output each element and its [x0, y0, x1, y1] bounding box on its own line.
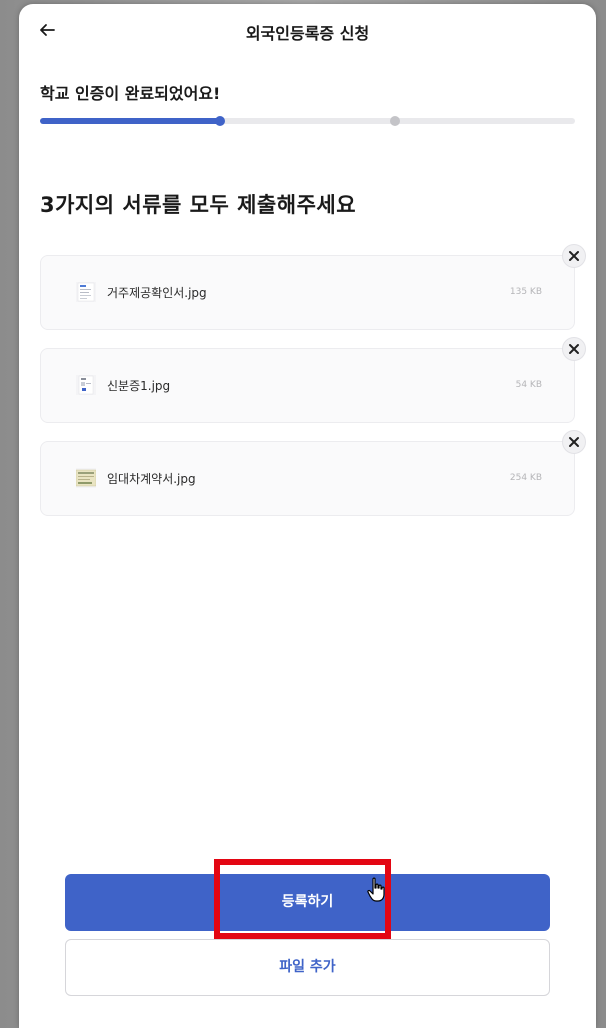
progress-bar: [40, 116, 575, 126]
header: 외국인등록증 신청: [19, 4, 596, 60]
contract-thumbnail-icon: [75, 468, 97, 488]
document-thumbnail-icon: [76, 282, 96, 302]
file-name: 임대차계약서.jpg: [107, 472, 196, 486]
file-size: 54 KB: [515, 380, 542, 390]
remove-file-button[interactable]: [562, 337, 586, 361]
progress-status-text: 학교 인증이 완료되었어요!: [40, 84, 221, 103]
add-file-button[interactable]: 파일 추가: [65, 939, 550, 996]
progress-step-dot: [214, 116, 225, 126]
close-icon: [569, 344, 579, 354]
progress-step-dot: [390, 116, 401, 126]
file-item[interactable]: 임대차계약서.jpg 254 KB: [40, 430, 586, 516]
page-title: 외국인등록증 신청: [245, 24, 370, 43]
remove-file-button[interactable]: [562, 430, 586, 454]
file-item[interactable]: 거주제공확인서.jpg 135 KB: [40, 244, 586, 330]
close-icon: [569, 437, 579, 447]
file-name: 신분증1.jpg: [107, 379, 171, 393]
file-name: 거주제공확인서.jpg: [107, 286, 207, 300]
file-size: 254 KB: [509, 473, 542, 483]
id-card-thumbnail-icon: [76, 375, 96, 395]
file-size: 135 KB: [509, 287, 542, 297]
hand-pointer-cursor-icon: [366, 877, 388, 903]
register-button[interactable]: 등록하기: [65, 874, 550, 931]
file-item[interactable]: 신분증1.jpg 54 KB: [40, 337, 586, 423]
app-window: 외국인등록증 신청 학교 인증이 완료되었어요! 3가지의 서류를 모두 제출해…: [19, 4, 596, 1028]
file-list: 거주제공확인서.jpg 135 KB 신분증1.jpg 54 KB 임대차계약서…: [40, 244, 586, 534]
progress-bar-fill: [40, 118, 220, 124]
section-headline: 3가지의 서류를 모두 제출해주세요: [40, 193, 357, 217]
close-icon: [569, 251, 579, 261]
remove-file-button[interactable]: [562, 244, 586, 268]
